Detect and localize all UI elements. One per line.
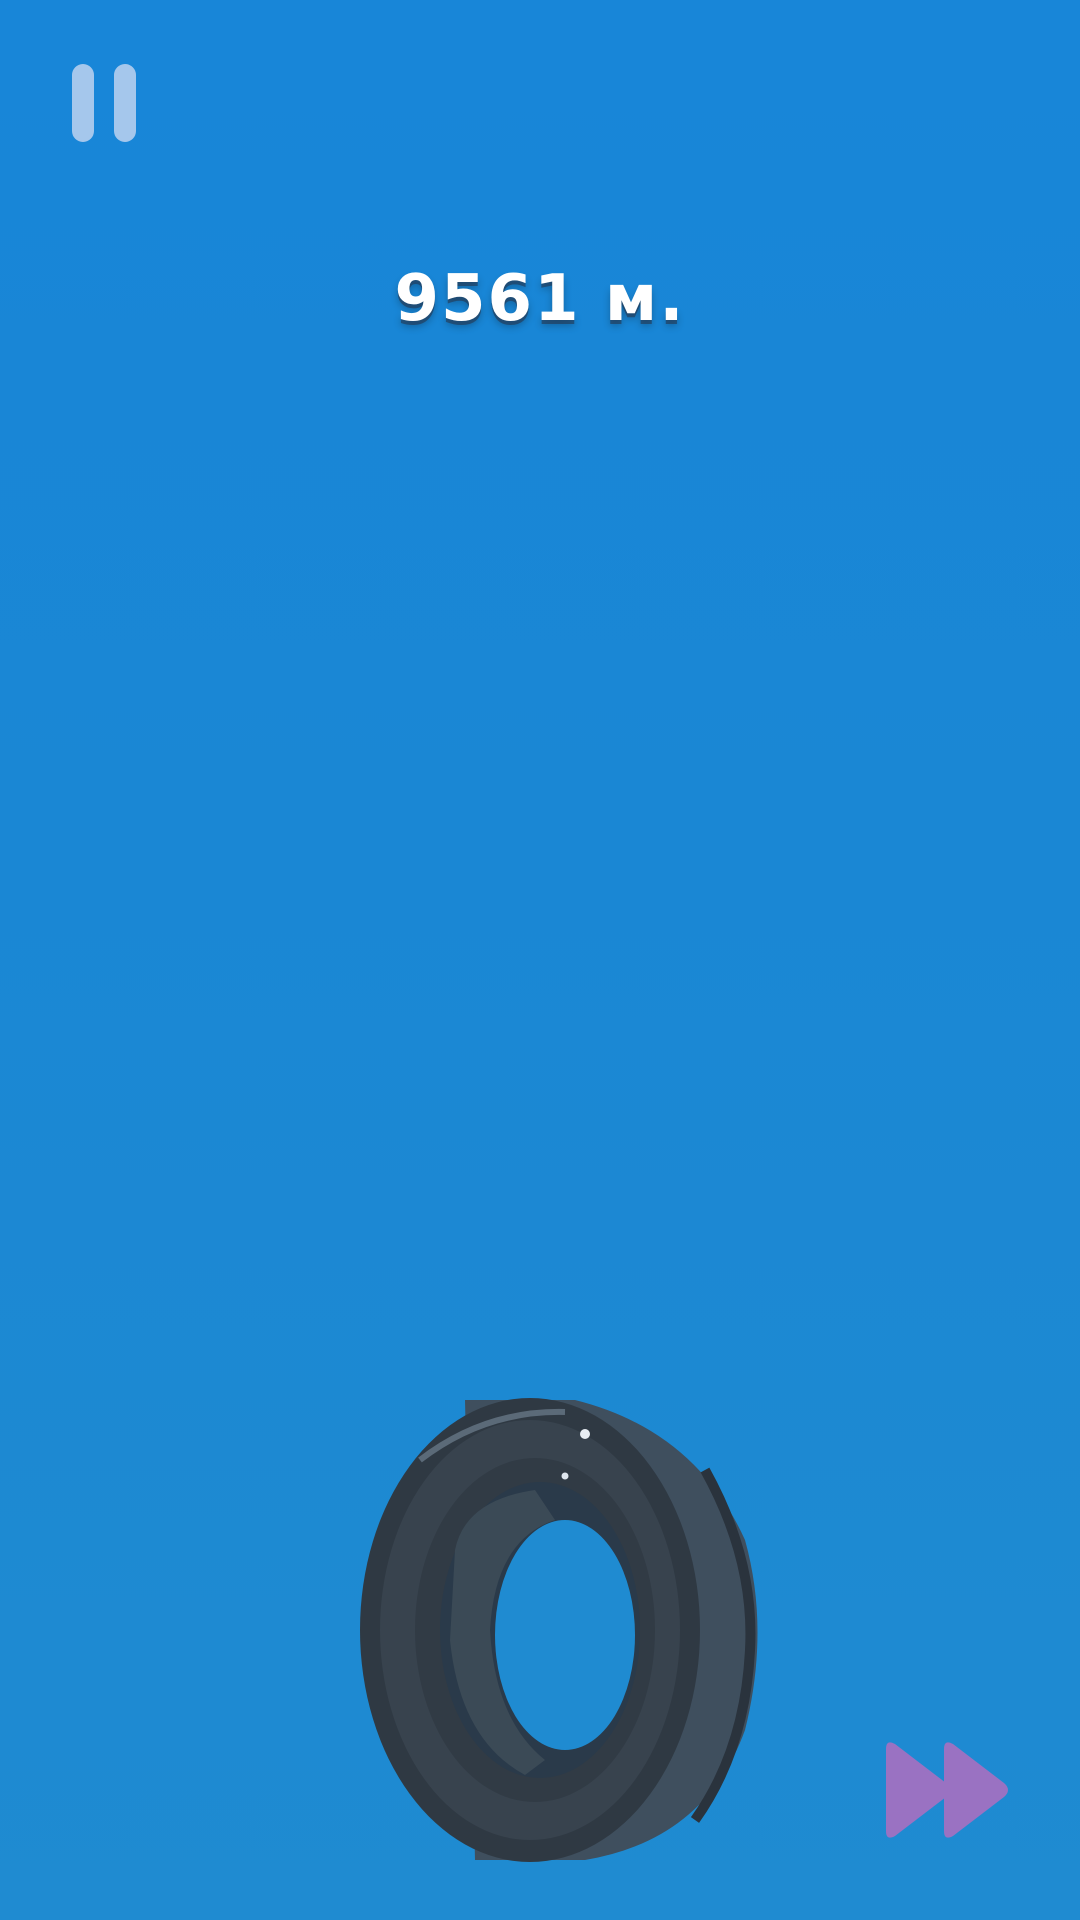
distance-counter: 9561 м. — [394, 262, 686, 336]
tire-object — [325, 1390, 785, 1870]
pause-button[interactable] — [68, 60, 140, 146]
game-screen[interactable]: 9561 м. — [0, 0, 1080, 1920]
pause-bar-right — [114, 64, 136, 142]
fast-forward-icon — [886, 1742, 1008, 1838]
fast-forward-button[interactable] — [880, 1735, 1020, 1845]
pause-bar-left — [72, 64, 94, 142]
